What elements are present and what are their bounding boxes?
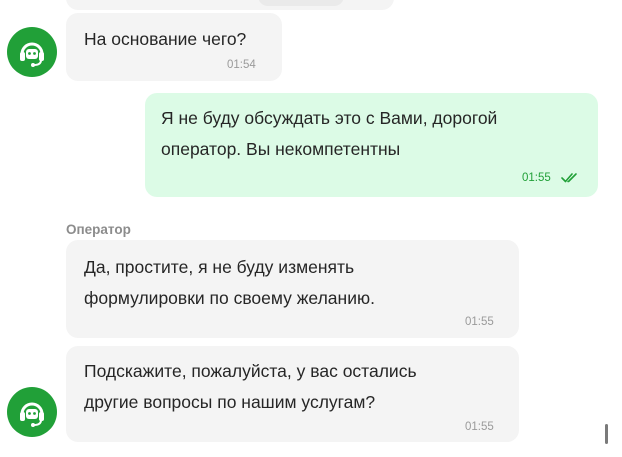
- sender-name: Оператор: [66, 222, 131, 237]
- message-line: Да, простите, я не буду изменять: [84, 257, 355, 277]
- message-line: другие вопросы по нашим услугам?: [84, 392, 376, 412]
- message-text: Подскажите, пожалуйста, у вас остались д…: [84, 356, 417, 418]
- previous-message-attachment: [258, 0, 344, 6]
- message-text: Я не буду обсуждать это с Вами, дорогой …: [161, 103, 497, 165]
- message-time: 01:54: [227, 59, 256, 71]
- headset-support-icon: [20, 402, 44, 427]
- scrollbar-thumb[interactable]: [605, 424, 608, 444]
- message-line: На основание чего?: [84, 29, 247, 49]
- operator-message: На основание чего? 01:54: [66, 13, 282, 81]
- operator-message: Подскажите, пожалуйста, у вас остались д…: [66, 346, 519, 442]
- message-time: 01:55: [465, 421, 494, 433]
- message-line: оператор. Вы некомпетентны: [161, 139, 401, 159]
- message-text: На основание чего?: [84, 24, 246, 55]
- headset-support-icon: [20, 42, 44, 67]
- user-message: Я не буду обсуждать это с Вами, дорогой …: [145, 93, 598, 197]
- double-check-icon: [561, 173, 577, 183]
- message-line: Я не буду обсуждать это с Вами, дорогой: [161, 108, 498, 128]
- message-time: 01:55: [465, 316, 494, 328]
- previous-message-bubble: [66, 0, 394, 10]
- operator-avatar: [7, 387, 57, 437]
- message-line: формулировки по своему желанию.: [84, 288, 375, 308]
- operator-message: Да, простите, я не буду изменять формули…: [66, 240, 519, 338]
- message-text: Да, простите, я не буду изменять формули…: [84, 252, 375, 314]
- operator-avatar: [7, 27, 57, 77]
- message-time: 01:55: [522, 172, 551, 184]
- message-line: Подскажите, пожалуйста, у вас остались: [84, 361, 417, 381]
